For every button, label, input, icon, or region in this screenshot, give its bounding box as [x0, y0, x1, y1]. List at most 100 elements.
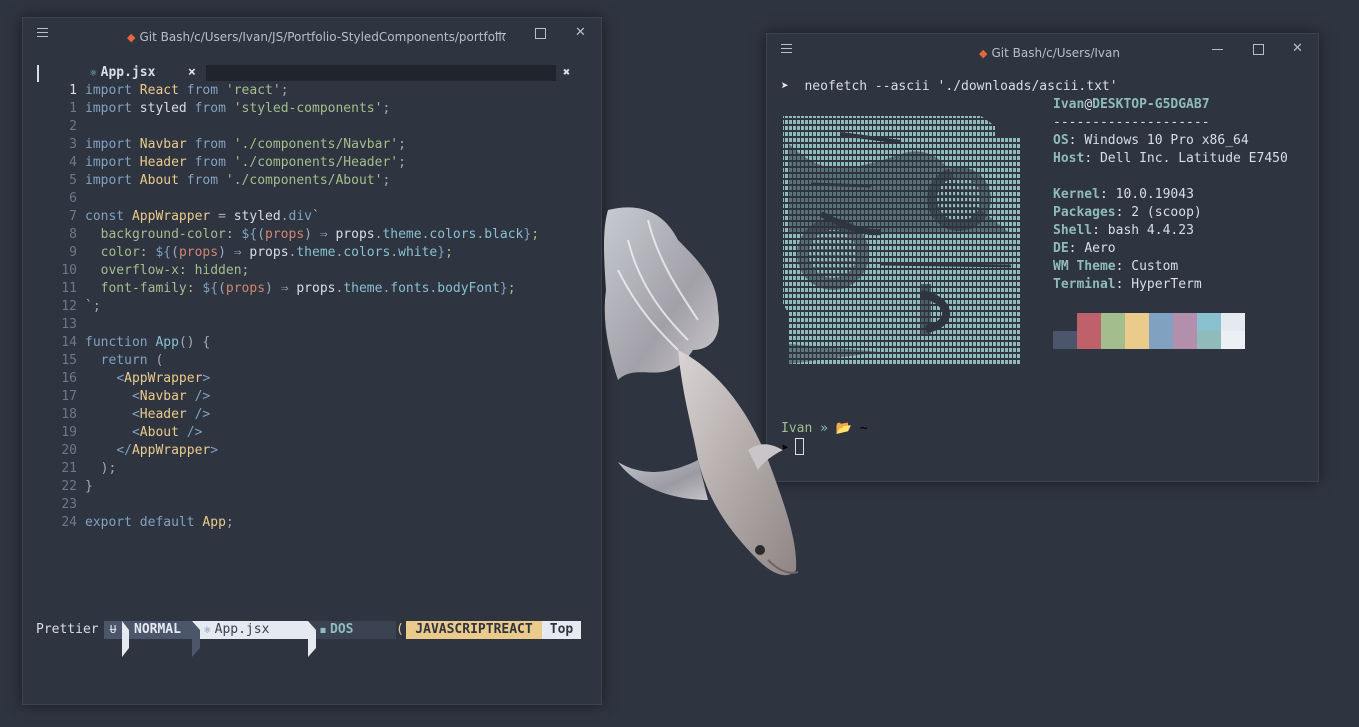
code-line[interactable]: 6	[53, 190, 539, 208]
palette-swatch	[1101, 331, 1125, 349]
line-number: 1	[69, 83, 77, 98]
code-line[interactable]: 1 import styled from 'styled-components';	[53, 100, 539, 118]
info-value: Custom	[1131, 259, 1179, 274]
code-line[interactable]: 20 </AppWrapper>	[53, 442, 539, 460]
command-text: neofetch --ascii './downloads/ascii.txt'	[804, 79, 1118, 94]
info-row: WM Theme: Custom	[1053, 258, 1288, 276]
vim-icon: Ʉ	[104, 621, 122, 639]
prompt-arrow-icon: ➤	[781, 79, 789, 94]
palette-swatch	[1125, 331, 1149, 349]
info-key: Host	[1053, 151, 1085, 166]
code-line[interactable]: 8 background-color: ${(props) ⇒ props.th…	[53, 226, 539, 244]
window-title: ◆ Git Bash/c/Users/Ivan/JS/Portfolio-Styl…	[127, 30, 505, 44]
code-text: }	[85, 479, 93, 494]
code-text: font-family: ${(props) ⇒ props.theme.fon…	[100, 281, 516, 296]
code-text: color: ${(props) ⇒ props.theme.colors.wh…	[100, 245, 453, 260]
position-indicator: Top	[542, 621, 581, 639]
code-line[interactable]: 17 <Navbar />	[53, 388, 539, 406]
info-row: Terminal: HyperTerm	[1053, 276, 1288, 294]
code-line[interactable]: 7 const AppWrapper = styled.div`	[53, 208, 539, 226]
line-number: 12	[61, 299, 77, 314]
palette-swatch	[1077, 331, 1101, 349]
info-value: Dell Inc. Latitude E7450	[1099, 151, 1288, 166]
info-colon: :	[1068, 241, 1085, 256]
tab-app-jsx[interactable]: ⚛ App.jsx	[90, 65, 155, 83]
editor-titlebar[interactable]: ◆ Git Bash/c/Users/Ivan/JS/Portfolio-Styl…	[23, 18, 601, 54]
code-text: import React from 'react';	[85, 83, 289, 98]
maximize-icon[interactable]	[535, 28, 546, 43]
prettier-indicator: Prettier	[36, 622, 99, 637]
code-text: <AppWrapper>	[116, 371, 211, 386]
palette-swatch	[1053, 331, 1077, 349]
code-line[interactable]: 21 );	[53, 460, 539, 478]
code-line[interactable]: 11 font-family: ${(props) ⇒ props.theme.…	[53, 280, 539, 298]
code-line[interactable]: 1 import React from 'react';	[53, 82, 539, 100]
code-line[interactable]: 3 import Navbar from './components/Navbar…	[53, 136, 539, 154]
hamburger-icon[interactable]	[37, 28, 48, 40]
info-colon: :	[1115, 259, 1132, 274]
code-text: import Navbar from './components/Navbar'…	[85, 137, 406, 152]
code-text: <Navbar />	[131, 389, 211, 404]
code-text: import Header from './components/Header'…	[85, 155, 406, 170]
palette-swatch	[1197, 313, 1221, 331]
info-value: HyperTerm	[1131, 277, 1202, 292]
line-number: 11	[61, 281, 77, 296]
code-line[interactable]: 19 <About />	[53, 424, 539, 442]
info-separator: --------------------	[1053, 115, 1210, 130]
folder-icon: 📂	[835, 421, 852, 436]
code-line[interactable]: 9 color: ${(props) ⇒ props.theme.colors.…	[53, 244, 539, 262]
info-row: Packages: 2 (scoop)	[1053, 204, 1288, 222]
line-number: 20	[61, 443, 77, 458]
code-line[interactable]: 4 import Header from './components/Header…	[53, 154, 539, 172]
info-key: WM Theme	[1053, 259, 1116, 274]
code-text: import About from './components/About';	[85, 173, 391, 188]
code-line[interactable]: 10 overflow-x: hidden;	[53, 262, 539, 280]
code-line[interactable]: 2	[53, 118, 539, 136]
code-line[interactable]: 16 <AppWrapper>	[53, 370, 539, 388]
code-line[interactable]: 24 export default App;	[53, 514, 539, 532]
close-icon[interactable]: ✕	[1292, 41, 1303, 56]
tabline: ⚛ App.jsx × ✖	[36, 65, 581, 83]
buffer-close-icon[interactable]: ✖	[563, 65, 570, 79]
info-key: DE	[1053, 241, 1069, 256]
code-text: <About />	[131, 425, 203, 440]
line-number: 14	[61, 335, 77, 350]
code-line[interactable]: 12 `;	[53, 298, 539, 316]
code-line[interactable]: 23	[53, 496, 539, 514]
maximize-icon[interactable]	[1253, 44, 1264, 59]
code-line[interactable]: 15 return (	[53, 352, 539, 370]
info-value: 10.0.19043	[1115, 187, 1194, 202]
code-line[interactable]: 13	[53, 316, 539, 334]
line-number: 7	[69, 209, 77, 224]
code-line[interactable]: 18 <Header />	[53, 406, 539, 424]
terminal-titlebar[interactable]: ◆ Git Bash/c/Users/Ivan ✕	[767, 34, 1318, 70]
minimize-icon[interactable]	[1212, 42, 1223, 57]
hamburger-icon[interactable]	[781, 44, 792, 56]
mode-indicator: NORMAL	[122, 621, 192, 639]
line-number: 21	[61, 461, 77, 476]
editor-window[interactable]: ◆ Git Bash/c/Users/Ivan/JS/Portfolio-Styl…	[22, 17, 602, 705]
info-row: Shell: bash 4.4.23	[1053, 222, 1288, 240]
info-colon: :	[1084, 151, 1100, 166]
code-text: `;	[85, 299, 101, 314]
code-line[interactable]: 22}	[53, 478, 539, 496]
line-number: 1	[69, 101, 77, 116]
info-value: bash 4.4.23	[1107, 223, 1194, 238]
line-number: 10	[61, 263, 77, 278]
code-line[interactable]: 5 import About from './components/About';	[53, 172, 539, 190]
info-colon: :	[1115, 277, 1132, 292]
code-line[interactable]: 14 function App() {	[53, 334, 539, 352]
minimize-icon[interactable]	[495, 26, 506, 41]
line-number: 2	[69, 119, 77, 134]
palette-swatch	[1053, 313, 1077, 331]
info-value: 2 (scoop)	[1131, 205, 1202, 220]
filename-indicator: ⚛ App.jsx	[192, 621, 308, 639]
line-number: 22	[61, 479, 77, 494]
terminal-window[interactable]: ◆ Git Bash/c/Users/Ivan ✕ ➤ neofetch --as…	[766, 33, 1319, 482]
tab-close-icon[interactable]: ×	[188, 65, 196, 80]
code-editor[interactable]: 1 import React from 'react'; 1 import style…	[53, 82, 539, 532]
fileformat-indicator: ◼ DOS	[308, 621, 396, 639]
close-icon[interactable]: ✕	[575, 25, 586, 40]
betta-fish-image	[604, 207, 799, 576]
ascii-art-image	[781, 114, 1023, 370]
